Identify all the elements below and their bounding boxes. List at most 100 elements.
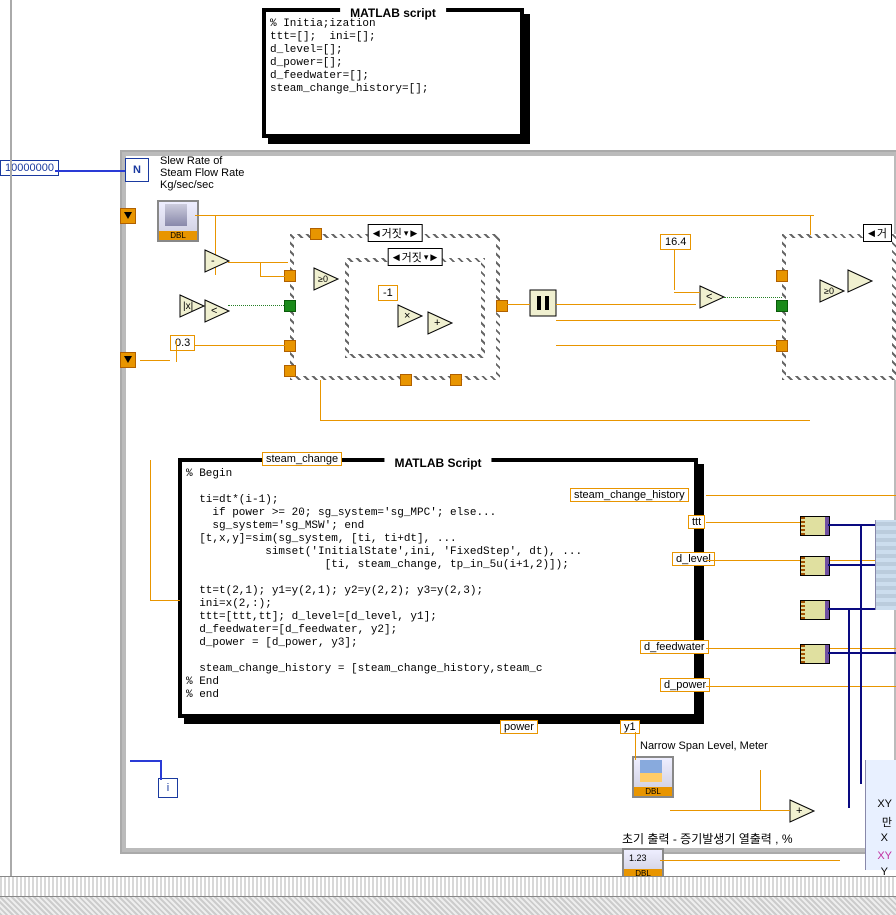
subtract-op-icon[interactable]: - — [205, 250, 229, 272]
tunnel — [284, 365, 296, 377]
wire — [660, 860, 840, 861]
case-label: 거짓 — [402, 249, 422, 265]
wire — [556, 304, 696, 305]
case-next-icon[interactable]: ▶ — [410, 228, 417, 239]
case-label: 거짓 — [382, 225, 402, 241]
case-dropdown-icon[interactable]: ▾ — [424, 252, 429, 263]
script-code[interactable]: % Begin ti=dt*(i-1); if power >= 20; sg_… — [186, 468, 690, 712]
wire — [320, 420, 810, 421]
terminal-steam-change-history: steam_change_history — [570, 488, 689, 502]
wire — [160, 760, 162, 780]
case-prev-icon[interactable]: ◀ — [868, 228, 875, 239]
case-next-icon[interactable]: ▶ — [430, 252, 437, 263]
dbl-tag: DBL — [634, 787, 672, 796]
ge-op-icon[interactable]: ≥0 — [314, 268, 338, 290]
wire — [556, 345, 780, 346]
wire — [195, 345, 288, 346]
build-array-node[interactable] — [800, 556, 830, 576]
wire — [706, 686, 896, 687]
horizontal-scrollbar[interactable] — [0, 896, 896, 915]
wire — [674, 292, 700, 293]
loop-i-terminal: i — [158, 778, 178, 798]
wire — [150, 600, 180, 601]
less-than-op-icon[interactable]: < — [700, 286, 724, 308]
wire — [176, 340, 177, 362]
wire — [860, 524, 862, 784]
svg-text:<: < — [706, 291, 712, 303]
loop-n-terminal: N — [125, 158, 149, 182]
loop-count-constant[interactable]: 10000000 — [0, 160, 59, 176]
block-diagram[interactable]: 10000000 N MATLAB script % Initia;izatio… — [0, 0, 896, 880]
wire — [55, 170, 125, 172]
wire — [260, 276, 288, 277]
case-structure-2[interactable]: ◀ 거 — [782, 234, 896, 380]
less-than-op-icon[interactable]: < — [205, 300, 229, 322]
wire — [195, 215, 675, 216]
case-dropdown-icon[interactable]: ▾ — [404, 228, 409, 239]
window-status-strip — [0, 876, 896, 897]
selector-terminal — [284, 300, 296, 312]
case-selector[interactable]: ◀ 거짓 ▾ ▶ — [388, 248, 443, 266]
terminal-d-level: d_level — [672, 552, 715, 566]
wire — [706, 522, 806, 523]
wire — [505, 304, 530, 305]
multiply-op-icon[interactable]: × — [398, 305, 422, 327]
wire — [228, 305, 288, 306]
wire — [848, 608, 850, 808]
ge-op-icon[interactable]: ≥0 — [820, 280, 844, 302]
wire — [130, 760, 160, 762]
const-0-3[interactable]: 0.3 — [170, 335, 195, 351]
wire — [140, 360, 170, 361]
wire — [150, 460, 151, 600]
case-prev-icon[interactable]: ◀ — [373, 228, 380, 239]
svg-text:≥0: ≥0 — [318, 274, 328, 284]
wire — [706, 495, 896, 496]
terminal-steam-change-in: steam_change — [262, 452, 342, 466]
tunnel — [450, 374, 462, 386]
tunnel — [776, 340, 788, 352]
pause-or-compare-icon[interactable] — [530, 290, 556, 316]
matlab-script-node-1[interactable]: MATLAB script % Initia;ization ttt=[]; i… — [262, 8, 524, 138]
svg-text:<: < — [211, 305, 217, 317]
wire — [556, 320, 780, 321]
case-selector[interactable]: ◀ 거 — [863, 224, 892, 242]
outer-loop-left-border — [10, 0, 12, 880]
terminal-y1: y1 — [620, 720, 640, 734]
slew-rate-label: Slew Rate of Steam Flow Rate Kg/sec/sec — [160, 155, 280, 191]
build-array-node[interactable] — [800, 516, 830, 536]
terminal-power: power — [500, 720, 538, 734]
wire — [670, 810, 790, 811]
const-16-4[interactable]: 16.4 — [660, 234, 691, 250]
svg-text:|x|: |x| — [183, 301, 193, 312]
narrow-span-indicator[interactable]: DBL — [632, 756, 674, 798]
case-selector[interactable]: ◀ 거짓 ▾ ▶ — [368, 224, 423, 242]
build-array-node[interactable] — [800, 600, 830, 620]
wire — [828, 652, 896, 654]
wire — [760, 770, 761, 810]
case-prev-icon[interactable]: ◀ — [393, 252, 400, 263]
shift-register-icon — [120, 352, 136, 368]
xy2-label: XY — [877, 850, 892, 862]
const-neg1[interactable]: -1 — [378, 285, 398, 301]
korean-power-label: 초기 출력 - 증기발생기 열출력 , % — [622, 830, 793, 847]
x-label: X — [881, 832, 888, 844]
add-op-icon[interactable]: + — [428, 312, 452, 334]
slew-rate-control[interactable]: DBL — [157, 200, 199, 242]
wire — [635, 732, 636, 760]
build-array-node[interactable] — [800, 644, 830, 664]
terminal-d-power: d_power — [660, 678, 710, 692]
wire — [674, 215, 814, 216]
svg-text:-: - — [211, 255, 215, 267]
svg-text:≥0: ≥0 — [824, 286, 834, 296]
dbl-tag: DBL — [159, 231, 197, 240]
wire — [724, 297, 784, 298]
terminal-d-feedwater: d_feedwater — [640, 640, 709, 654]
svg-text:+: + — [796, 805, 802, 817]
abs-op-icon[interactable]: |x| — [180, 295, 204, 317]
add-op-icon[interactable]: + — [790, 800, 814, 822]
script-code[interactable]: % Initia;ization ttt=[]; ini=[]; d_level… — [270, 18, 516, 132]
case-label: 거 — [877, 225, 887, 241]
svg-text:×: × — [404, 310, 410, 322]
terminal-ttt: ttt — [688, 515, 705, 529]
op-icon[interactable] — [848, 270, 872, 292]
